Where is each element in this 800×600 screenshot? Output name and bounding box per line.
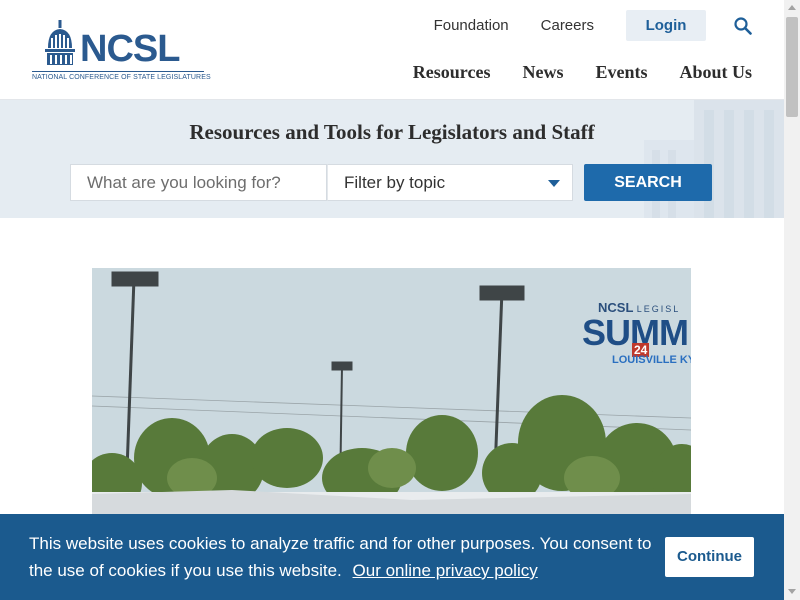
chevron-down-icon: [548, 180, 560, 187]
nav-about-us[interactable]: About Us: [679, 62, 752, 83]
nav-news[interactable]: News: [522, 62, 563, 83]
topic-filter-label: Filter by topic: [344, 173, 446, 192]
search-button[interactable]: SEARCH: [584, 164, 712, 201]
search-icon[interactable]: [734, 16, 752, 35]
cookie-message: This website uses cookies to analyze tra…: [29, 534, 652, 580]
summit-logo: NCSL LEGISL SUMM 24 LOUISVILLE KY: [582, 298, 691, 378]
cookie-banner: This website uses cookies to analyze tra…: [0, 514, 784, 600]
search-bar: Filter by topic SEARCH: [70, 164, 712, 201]
logo-text: NCSL: [80, 28, 180, 70]
ncsl-logo[interactable]: NCSL NATIONAL CONFERENCE OF STATE LEGISL…: [32, 20, 211, 82]
nav-resources[interactable]: Resources: [413, 62, 491, 83]
main-nav: Resources News Events About Us: [381, 62, 752, 83]
hero-title: Resources and Tools for Legislators and …: [189, 120, 595, 144]
scroll-down-arrow-icon[interactable]: [788, 589, 796, 594]
login-button[interactable]: Login: [626, 10, 706, 41]
summit-location: LOUISVILLE KY: [612, 354, 691, 366]
scroll-thumb[interactable]: [786, 17, 798, 117]
search-input[interactable]: [70, 164, 327, 201]
scroll-up-arrow-icon[interactable]: [788, 5, 796, 10]
privacy-policy-link[interactable]: Our online privacy policy: [353, 561, 538, 580]
logo-subtitle: NATIONAL CONFERENCE OF STATE LEGISLATURE…: [32, 71, 211, 81]
careers-link[interactable]: Careers: [541, 11, 594, 41]
page-scrollbar[interactable]: [784, 0, 800, 600]
utility-nav: Foundation Careers Login: [434, 10, 752, 41]
hero-search-section: Resources and Tools for Legislators and …: [0, 100, 784, 218]
continue-button[interactable]: Continue: [665, 537, 754, 577]
capitol-dome-icon: [45, 20, 75, 65]
site-header: NCSL NATIONAL CONFERENCE OF STATE LEGISL…: [0, 0, 784, 100]
foundation-link[interactable]: Foundation: [434, 11, 509, 41]
topic-filter-select[interactable]: Filter by topic: [327, 164, 573, 201]
nav-events[interactable]: Events: [595, 62, 647, 83]
